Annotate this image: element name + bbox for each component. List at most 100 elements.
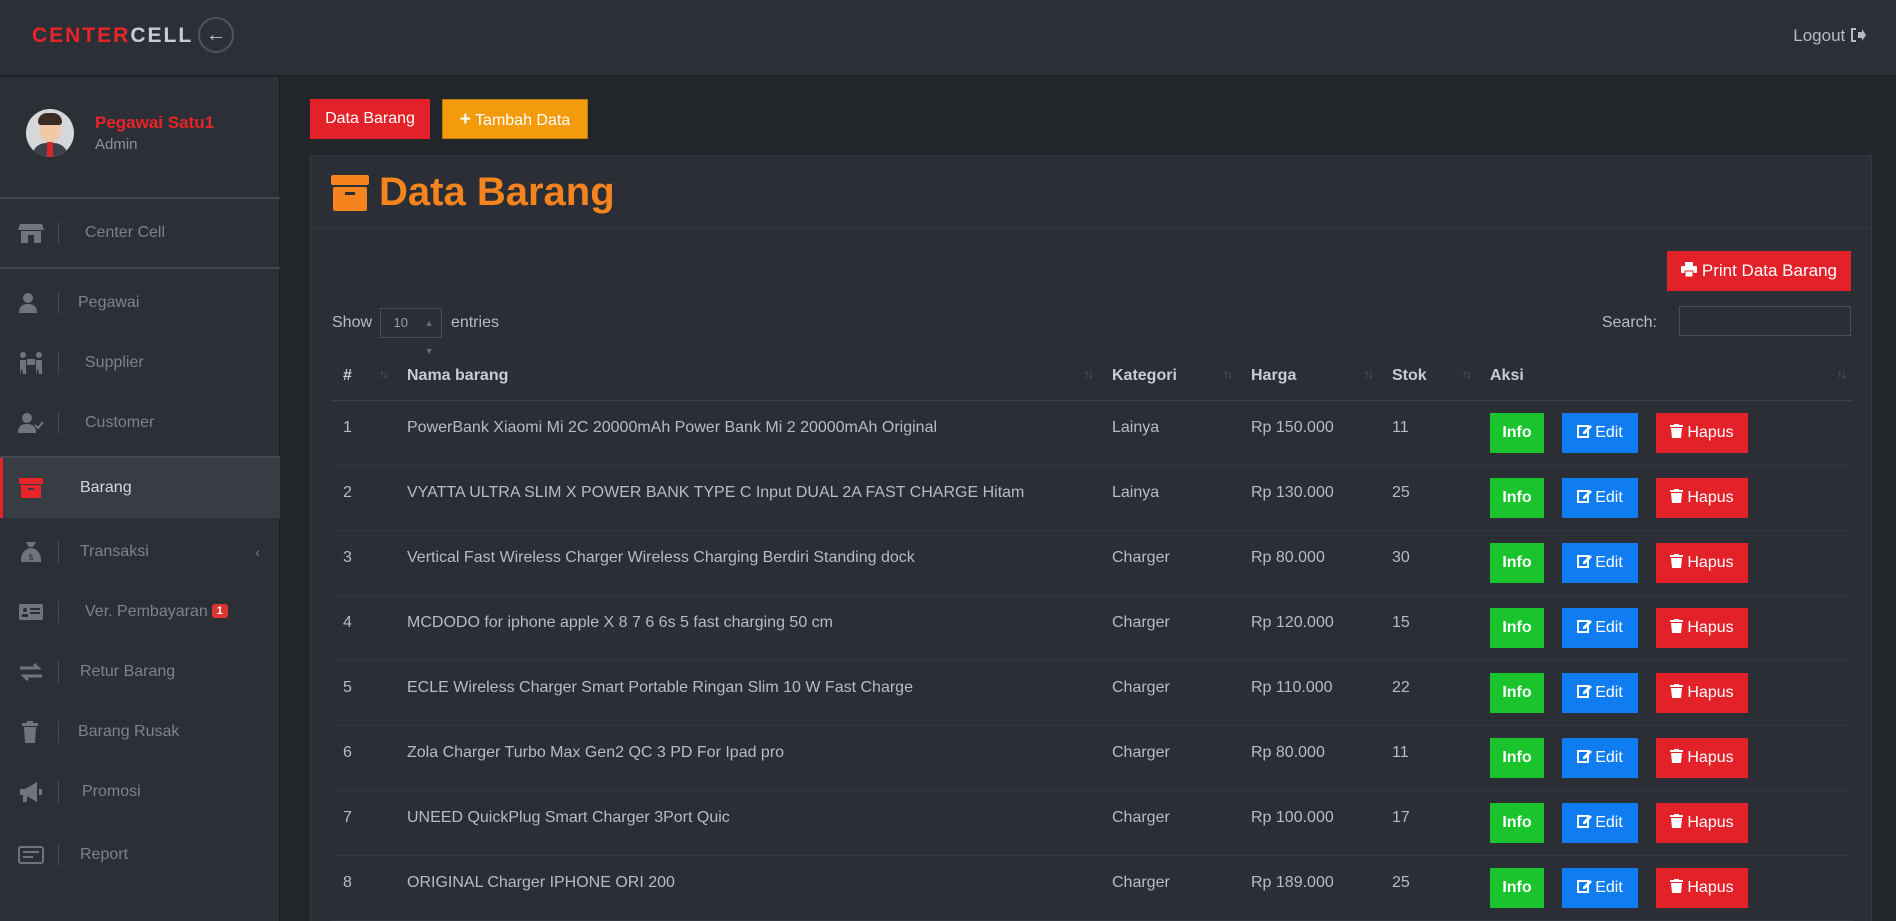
data-barang-button[interactable]: Data Barang xyxy=(310,99,430,139)
column-header-nama-barang[interactable]: Nama barang ↑↓ xyxy=(395,353,1100,401)
edit-button[interactable]: Edit xyxy=(1562,802,1638,843)
hapus-button[interactable]: Hapus xyxy=(1656,737,1748,778)
column-header-kategori[interactable]: Kategori ↑↓ xyxy=(1100,353,1239,401)
print-data-barang-button[interactable]: Print Data Barang xyxy=(1667,251,1851,291)
sidebar-item-customer[interactable]: Customer xyxy=(0,394,280,452)
sidebar-item-barang-rusak[interactable]: Barang Rusak xyxy=(0,703,280,761)
sidebar-item-label: Ver. Pembayaran xyxy=(85,603,208,620)
table-row: 5 ECLE Wireless Charger Smart Portable Ri… xyxy=(331,660,1853,726)
trash-icon xyxy=(22,721,38,743)
hapus-button-label: Hapus xyxy=(1687,618,1734,636)
column-header-no[interactable]: # ↑↓ xyxy=(331,353,395,401)
entries-label: entries xyxy=(450,314,499,332)
barang-table: # ↑↓ Nama barang ↑↓ Kategori ↑↓ Harga ↑↓ Sto… xyxy=(331,353,1853,921)
svg-text:$: $ xyxy=(28,553,34,563)
sidebar-item-transaksi[interactable]: $ Transaksi ‹ xyxy=(0,523,280,581)
info-button-label: Info xyxy=(1502,683,1532,701)
edit-icon xyxy=(1577,684,1593,698)
cell-no: 5 xyxy=(331,660,395,726)
cell-stok: 17 xyxy=(1380,790,1478,856)
hapus-button[interactable]: Hapus xyxy=(1656,412,1748,453)
sidebar-item-label: Pegawai xyxy=(78,294,140,311)
sidebar-item-report[interactable]: Report xyxy=(0,826,280,884)
info-button[interactable]: Info xyxy=(1490,412,1544,453)
brand-logo[interactable]: CENTERCELL xyxy=(32,24,193,48)
cell-kategori: Lainya xyxy=(1100,465,1239,531)
hapus-button[interactable]: Hapus xyxy=(1656,672,1748,713)
info-button-label: Info xyxy=(1502,488,1532,506)
sidebar-item-retur-barang[interactable]: Retur Barang xyxy=(0,643,280,701)
tambah-data-label: Tambah Data xyxy=(475,112,571,129)
edit-button[interactable]: Edit xyxy=(1562,867,1638,908)
cell-harga: Rp 110.000 xyxy=(1239,660,1380,726)
edit-button[interactable]: Edit xyxy=(1562,737,1638,778)
column-header-aksi[interactable]: Aksi ↑↓ xyxy=(1478,353,1853,401)
edit-button[interactable]: Edit xyxy=(1562,607,1638,648)
arrow-left-icon: ← xyxy=(206,24,226,46)
hapus-button[interactable]: Hapus xyxy=(1656,477,1748,518)
cell-harga: Rp 150.000 xyxy=(1239,400,1380,466)
cell-stok: 11 xyxy=(1380,725,1478,791)
info-button[interactable]: Info xyxy=(1490,737,1544,778)
info-button[interactable]: Info xyxy=(1490,477,1544,518)
sidebar-item-promosi[interactable]: Promosi xyxy=(0,763,280,821)
plus-icon: + xyxy=(459,109,471,130)
bullhorn-icon xyxy=(20,782,42,802)
hapus-button-label: Hapus xyxy=(1687,813,1734,831)
column-header-harga[interactable]: Harga ↑↓ xyxy=(1239,353,1380,401)
search-input[interactable] xyxy=(1679,306,1851,336)
hapus-button-label: Hapus xyxy=(1687,683,1734,701)
info-button[interactable]: Info xyxy=(1490,607,1544,648)
column-header-label: Aksi xyxy=(1490,367,1524,385)
cell-stok: 22 xyxy=(1380,660,1478,726)
edit-button[interactable]: Edit xyxy=(1562,672,1638,713)
edit-button[interactable]: Edit xyxy=(1562,542,1638,583)
sidebar-toggle-button[interactable]: ← xyxy=(198,17,234,53)
sort-icon: ↑↓ xyxy=(1462,367,1472,381)
hapus-button[interactable]: Hapus xyxy=(1656,607,1748,648)
edit-button[interactable]: Edit xyxy=(1562,477,1638,518)
cell-stok: 25 xyxy=(1380,465,1478,531)
cell-no: 4 xyxy=(331,595,395,661)
edit-button[interactable]: Edit xyxy=(1562,412,1638,453)
tambah-data-button[interactable]: + Tambah Data xyxy=(442,99,588,139)
column-header-label: Kategori xyxy=(1112,367,1177,385)
brand-part-1: CENTER xyxy=(32,24,131,47)
sidebar-item-label: Retur Barang xyxy=(80,663,176,680)
sidebar-item-center-cell[interactable]: Center Cell xyxy=(0,204,280,262)
info-button[interactable]: Info xyxy=(1490,542,1544,583)
info-button-label: Info xyxy=(1502,553,1532,571)
page-title-text: Data Barang xyxy=(379,170,615,214)
report-icon xyxy=(18,846,44,864)
hapus-button[interactable]: Hapus xyxy=(1656,867,1748,908)
column-header-stok[interactable]: Stok ↑↓ xyxy=(1380,353,1478,401)
info-button[interactable]: Info xyxy=(1490,672,1544,713)
sidebar-item-label: Supplier xyxy=(85,354,144,371)
entries-length-control: Show 10 ▲ ▼ entries xyxy=(332,308,499,356)
table-row: 6 Zola Charger Turbo Max Gen2 QC 3 PD For… xyxy=(331,725,1853,791)
hapus-button[interactable]: Hapus xyxy=(1656,542,1748,583)
hapus-button[interactable]: Hapus xyxy=(1656,802,1748,843)
entries-select[interactable]: 10 ▲ ▼ xyxy=(380,308,443,356)
cell-aksi: Info Edit Hapus xyxy=(1478,855,1853,921)
show-label: Show xyxy=(332,314,373,332)
card-header: Data Barang xyxy=(311,156,1871,229)
info-button[interactable]: Info xyxy=(1490,867,1544,908)
logout-link[interactable]: Logout xyxy=(1793,26,1866,46)
trash-icon xyxy=(1670,748,1684,763)
hapus-button-label: Hapus xyxy=(1687,423,1734,441)
column-header-label: Nama barang xyxy=(407,367,509,385)
edit-icon xyxy=(1577,424,1593,438)
sidebar-item-label: Barang Rusak xyxy=(78,723,180,740)
info-button[interactable]: Info xyxy=(1490,802,1544,843)
sort-icon: ↑↓ xyxy=(1223,367,1233,381)
sidebar-item-supplier[interactable]: Supplier xyxy=(0,334,280,392)
edit-icon xyxy=(1577,879,1593,893)
cell-nama-barang: Zola Charger Turbo Max Gen2 QC 3 PD For … xyxy=(395,725,1100,791)
hapus-button-label: Hapus xyxy=(1687,553,1734,571)
sidebar-item-ver-pembayaran[interactable]: Ver. Pembayaran 1 xyxy=(0,583,280,641)
cell-kategori: Charger xyxy=(1100,855,1239,921)
sidebar-item-barang[interactable]: Barang xyxy=(0,458,280,518)
data-barang-card: Data Barang Print Data Barang Show 10 ▲ ▼ … xyxy=(310,155,1872,921)
sidebar-item-pegawai[interactable]: Pegawai xyxy=(0,274,280,332)
